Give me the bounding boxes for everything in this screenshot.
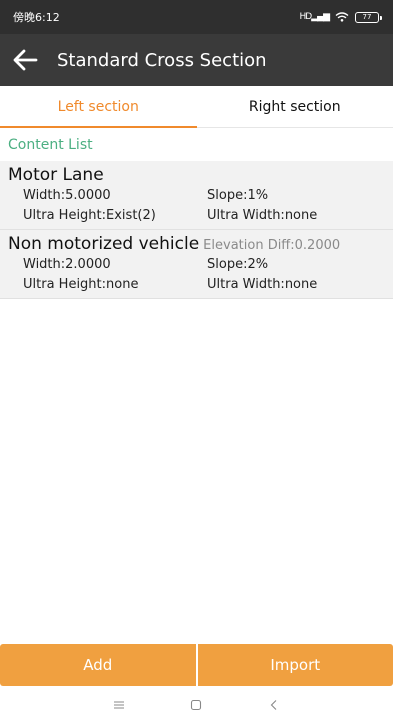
lane-head: Non motorized vehicle Elevation Diff:0.2… <box>0 234 393 254</box>
lane-ultra-height: Ultra Height:none <box>23 276 139 292</box>
list-item-non-motorized-vehicle[interactable]: Non motorized vehicle Elevation Diff:0.2… <box>0 230 393 299</box>
lane-width: Width:5.0000 <box>23 187 111 203</box>
lane-ultra-width: Ultra Width:none <box>207 207 318 223</box>
lane-row: Width:5.0000 Slope:1% <box>0 185 393 205</box>
home-icon[interactable] <box>189 698 203 712</box>
page-title: Standard Cross Section <box>57 49 267 71</box>
section-tabs: Left section Right section <box>0 86 393 128</box>
lane-row: Ultra Height:none Ultra Width:none <box>0 274 393 294</box>
bottom-buttons: Add Import <box>0 644 393 686</box>
battery-level: 77 <box>362 12 372 21</box>
toolbar: Standard Cross Section <box>0 34 393 86</box>
back-nav-icon[interactable] <box>267 698 281 712</box>
lane-width: Width:2.0000 <box>23 256 111 272</box>
wifi-icon <box>335 12 349 22</box>
arrow-left-icon <box>13 49 38 71</box>
lane-ultra-width: Ultra Width:none <box>207 276 318 292</box>
battery-icon: 77 <box>355 11 382 23</box>
lane-head: Motor Lane <box>0 165 393 185</box>
import-button[interactable]: Import <box>197 644 393 686</box>
lane-list: Motor Lane Width:5.0000 Slope:1% Ultra H… <box>0 161 393 299</box>
status-icons: HD▂▄▆ 77 <box>299 11 382 23</box>
lane-ultra-height: Ultra Height:Exist(2) <box>23 207 156 223</box>
tab-left-section[interactable]: Left section <box>0 86 197 128</box>
signal-label: HD <box>299 12 313 22</box>
back-button[interactable] <box>3 34 47 86</box>
tab-right-section[interactable]: Right section <box>197 86 393 127</box>
signal-icon: HD▂▄▆ <box>299 12 330 22</box>
add-button[interactable]: Add <box>0 644 196 686</box>
lane-name: Motor Lane <box>8 165 104 185</box>
list-item-motor-lane[interactable]: Motor Lane Width:5.0000 Slope:1% Ultra H… <box>0 161 393 230</box>
menu-icon[interactable] <box>112 698 126 712</box>
content-list-header: Content List <box>0 130 393 160</box>
lane-row: Ultra Height:Exist(2) Ultra Width:none <box>0 205 393 225</box>
lane-row: Width:2.0000 Slope:2% <box>0 254 393 274</box>
status-time: 傍晚6:12 <box>13 11 60 24</box>
lane-slope: Slope:1% <box>207 187 269 203</box>
lane-slope: Slope:2% <box>207 256 269 272</box>
lane-elevation-diff: Elevation Diff:0.2000 <box>203 238 341 253</box>
status-bar: 傍晚6:12 HD▂▄▆ 77 <box>0 0 393 34</box>
lane-name: Non motorized vehicle <box>8 234 200 254</box>
system-nav-bar <box>0 686 393 724</box>
